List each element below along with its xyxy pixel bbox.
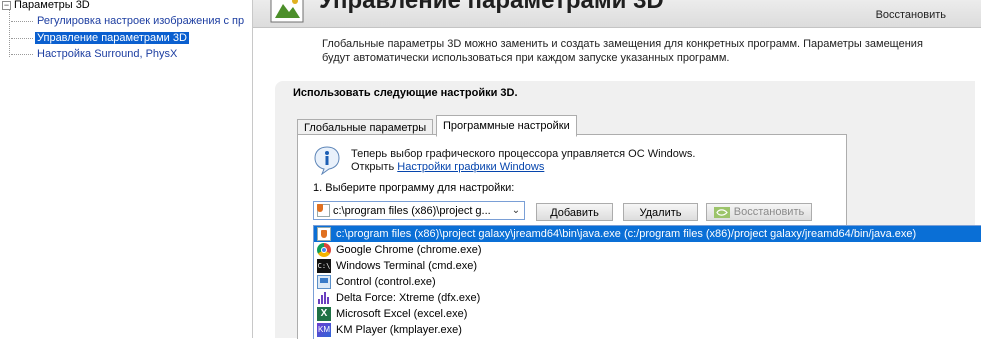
program-dropdown-list: c:\program files (x86)\project galaxy\jr… xyxy=(313,225,981,339)
tree-node-3d-settings[interactable]: − Параметры 3D xyxy=(2,0,90,12)
tree-connector xyxy=(11,53,33,55)
tree-item-manage-3d[interactable]: Управление параметрами 3D xyxy=(11,31,189,45)
cmd-icon: C:\ xyxy=(317,259,331,273)
nvidia-icon xyxy=(713,206,730,218)
tree-connector xyxy=(11,37,33,39)
page-header: Управление параметрами 3D Восстановить xyxy=(253,0,981,28)
dropdown-option-excel[interactable]: X Microsoft Excel (excel.exe) xyxy=(314,306,981,322)
option-label: Windows Terminal (cmd.exe) xyxy=(336,260,478,272)
option-label: Google Chrome (chrome.exe) xyxy=(336,244,482,256)
tree-item-label: Управление параметрами 3D xyxy=(35,32,189,44)
tree-item-label: Настройка Surround, PhysX xyxy=(37,48,178,60)
tab-program-settings[interactable]: Программные настройки xyxy=(436,115,577,137)
option-label: Control (control.exe) xyxy=(336,276,436,288)
option-label: Microsoft Excel (excel.exe) xyxy=(336,308,468,320)
chrome-icon xyxy=(317,243,331,257)
dropdown-option-control[interactable]: Control (control.exe) xyxy=(314,274,981,290)
info-icon xyxy=(314,146,340,175)
collapse-toggle-icon[interactable]: − xyxy=(2,0,11,10)
dropdown-option-kmplayer[interactable]: KM KM Player (kmplayer.exe) xyxy=(314,322,981,338)
restore-program-button[interactable]: Восстановить xyxy=(706,203,812,221)
option-label: c:\program files (x86)\project galaxy\jr… xyxy=(336,228,917,240)
page-title: Управление параметрами 3D xyxy=(319,0,664,14)
page-description: Глобальные параметры 3D можно заменить и… xyxy=(322,37,962,65)
option-label: Delta Force: Xtreme (dfx.exe) xyxy=(336,292,481,304)
tree-item-image-settings[interactable]: Регулировка настроек изображения с пр xyxy=(11,14,246,28)
3d-settings-icon xyxy=(270,0,304,23)
notice-open-prefix: Открыть xyxy=(351,161,395,173)
remove-program-button[interactable]: Удалить xyxy=(623,203,698,221)
dropdown-option-cmd[interactable]: C:\ Windows Terminal (cmd.exe) xyxy=(314,258,981,274)
java-icon xyxy=(317,204,330,217)
step-1-label: 1. Выберите программу для настройки: xyxy=(313,182,515,194)
option-label: KM Player (kmplayer.exe) xyxy=(336,324,462,336)
dropdown-option-dfx[interactable]: Delta Force: Xtreme (dfx.exe) xyxy=(314,290,981,306)
dfx-icon xyxy=(317,291,331,305)
chevron-down-icon[interactable]: ⌄ xyxy=(508,205,524,216)
tree-item-surround-physx[interactable]: Настройка Surround, PhysX xyxy=(11,47,179,61)
program-select-value: c:\program files (x86)\project g... xyxy=(333,204,491,217)
tree-item-label: Регулировка настроек изображения с пр xyxy=(37,15,245,27)
notice-link-row: Открыть Настройки графики Windows xyxy=(351,161,695,174)
gpu-selection-notice: Теперь выбор графического процессора упр… xyxy=(351,148,695,174)
description-line: Глобальные параметры 3D можно заменить и… xyxy=(322,38,923,50)
description-line: будут автоматически использоваться при к… xyxy=(322,52,730,64)
add-program-button[interactable]: Добавить xyxy=(536,203,613,221)
dropdown-option-chrome[interactable]: Google Chrome (chrome.exe) xyxy=(314,242,981,258)
program-select[interactable]: c:\program files (x86)\project g... ⌄ xyxy=(313,201,525,220)
dropdown-option-java[interactable]: c:\program files (x86)\project galaxy\jr… xyxy=(314,226,981,242)
panel-title: Использовать следующие настройки 3D. xyxy=(293,87,518,99)
java-icon xyxy=(317,227,331,241)
windows-graphics-settings-link[interactable]: Настройки графики Windows xyxy=(397,161,544,173)
navigation-tree: − Параметры 3D Регулировка настроек изобр… xyxy=(0,0,253,338)
kmplayer-icon: KM xyxy=(317,323,331,337)
notice-text: Теперь выбор графического процессора упр… xyxy=(351,148,696,160)
tree-connector xyxy=(9,10,10,57)
control-panel-icon xyxy=(317,275,331,289)
restore-button-label: Восстановить xyxy=(733,206,805,218)
tree-connector xyxy=(11,20,33,22)
restore-defaults-link[interactable]: Восстановить xyxy=(876,9,946,21)
excel-icon: X xyxy=(317,307,331,321)
tree-node-label: Параметры 3D xyxy=(14,0,90,11)
